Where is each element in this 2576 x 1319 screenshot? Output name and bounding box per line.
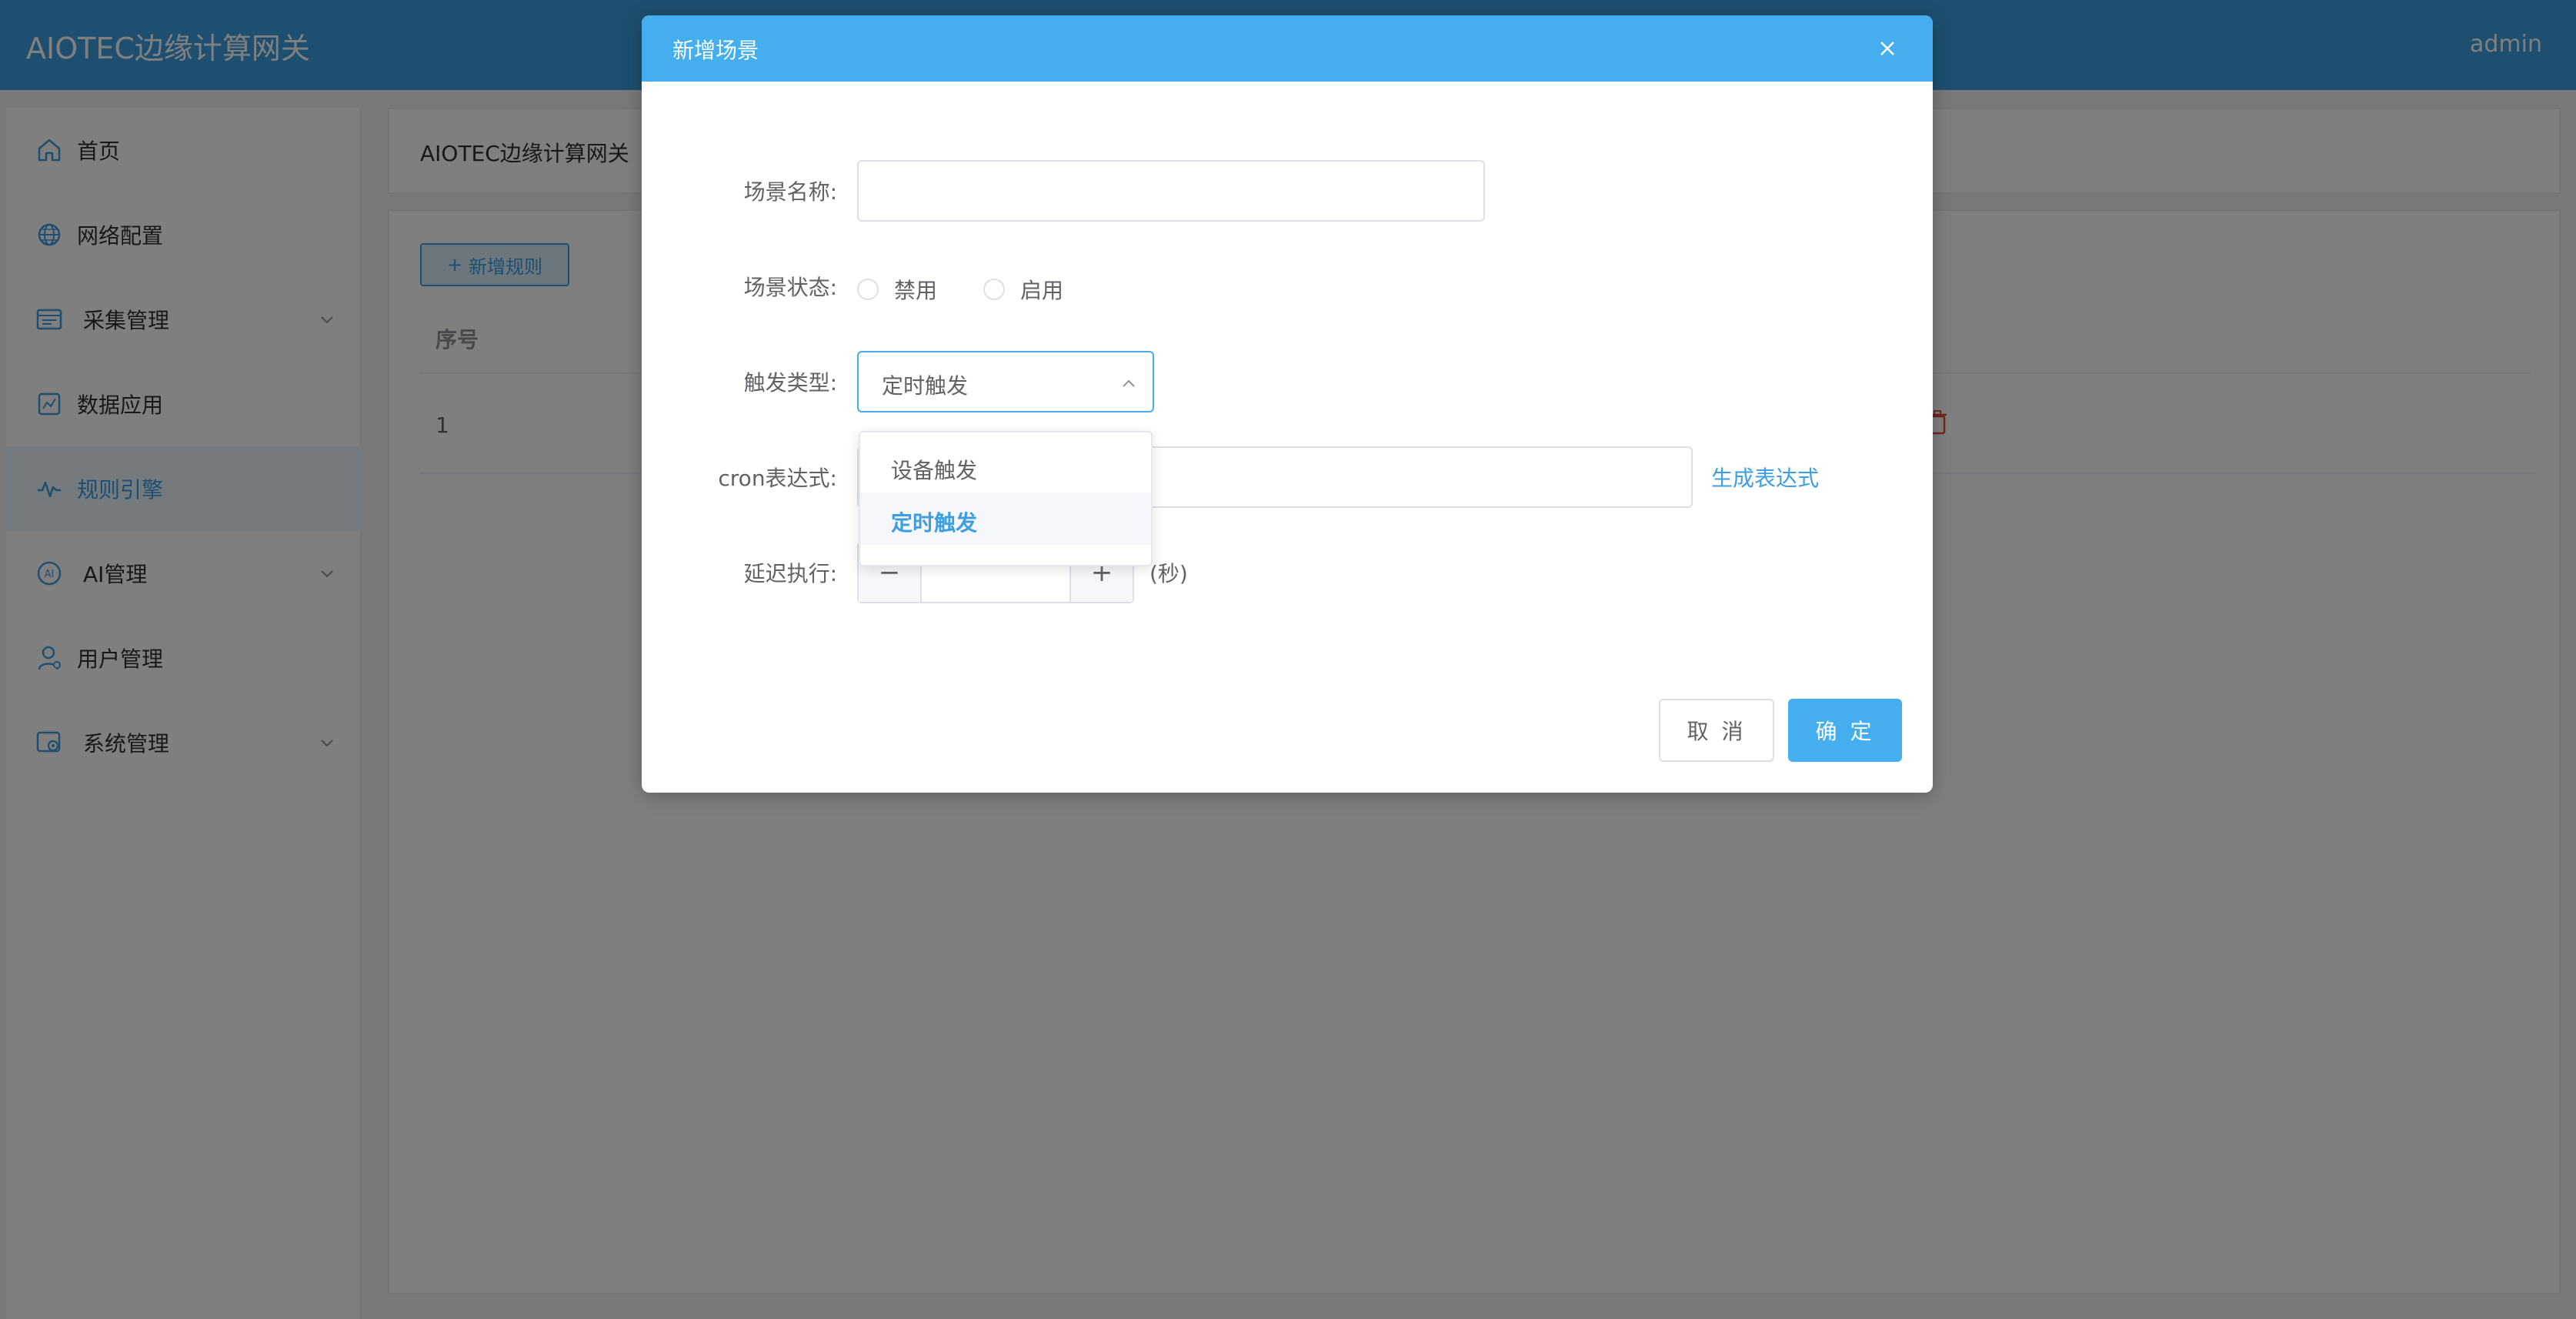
chevron-up-icon	[1123, 379, 1135, 387]
close-icon[interactable]	[1874, 35, 1900, 62]
dropdown-option-timer[interactable]: 定时触发	[860, 493, 1151, 545]
trigger-type-select[interactable]: 定时触发	[857, 351, 1154, 412]
delay-unit: (秒)	[1150, 561, 1188, 586]
trigger-type-dropdown: 设备触发 定时触发	[859, 431, 1153, 566]
status-enabled-radio[interactable]: 启用	[983, 274, 1063, 305]
trigger-type-label: 触发类型:	[743, 370, 837, 396]
dropdown-option-device[interactable]: 设备触发	[860, 440, 1151, 493]
cancel-button[interactable]: 取 消	[1659, 699, 1774, 762]
radio-label: 启用	[1020, 278, 1064, 303]
radio-circle	[983, 279, 1005, 300]
status-disabled-radio[interactable]: 禁用	[857, 274, 937, 305]
dialog-header: 新增场景	[642, 15, 1933, 82]
generate-expression-link[interactable]: 生成表达式	[1711, 462, 1819, 493]
option-label: 设备触发	[891, 458, 978, 483]
scene-name-input[interactable]	[857, 160, 1485, 222]
confirm-button[interactable]: 确 定	[1788, 699, 1902, 762]
trigger-type-value: 定时触发	[882, 373, 969, 399]
scene-name-label: 场景名称:	[743, 179, 837, 205]
cron-label: cron表达式:	[718, 466, 837, 491]
dialog-title: 新增场景	[672, 38, 759, 63]
radio-label: 禁用	[894, 278, 938, 303]
add-scene-dialog: 新增场景 场景名称: 场景状态: 禁用 启用 触发类型: 定时触发 cron表达…	[642, 15, 1933, 793]
option-label: 定时触发	[891, 510, 978, 536]
radio-circle	[857, 279, 879, 300]
scene-status-label: 场景状态:	[743, 275, 837, 300]
delay-label: 延迟执行:	[743, 561, 837, 586]
